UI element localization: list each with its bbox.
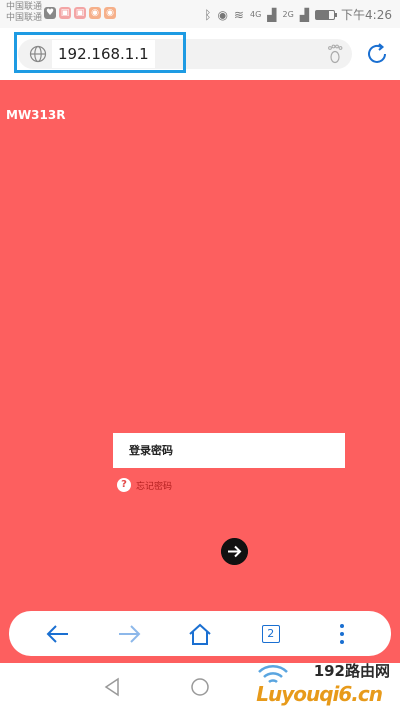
refresh-icon[interactable] bbox=[364, 41, 390, 67]
clock: 下午4:26 bbox=[341, 8, 392, 22]
question-icon: ? bbox=[117, 478, 131, 492]
model-name: MW313R bbox=[6, 108, 66, 122]
signal-4g-label: 4G bbox=[249, 10, 262, 19]
forgot-password-link[interactable]: ? 忘记密码 bbox=[117, 478, 172, 492]
tabs-button[interactable]: 2 bbox=[250, 618, 292, 650]
system-icons: ᛒ ◉ ≋ 4G ▟ 2G ▟ 下午4:26 bbox=[204, 6, 392, 23]
nav-back-icon[interactable] bbox=[100, 675, 124, 699]
watermark: 192路由网 Luyouqi6.cn bbox=[246, 660, 396, 710]
nav-home-icon[interactable] bbox=[188, 675, 212, 699]
weibo-icon: ◉ bbox=[104, 7, 116, 19]
more-vertical-icon bbox=[339, 623, 344, 644]
menu-button[interactable] bbox=[321, 618, 363, 650]
password-field[interactable] bbox=[113, 433, 345, 468]
forgot-password-label: 忘记密码 bbox=[136, 481, 173, 492]
browser-toolbar: 2 bbox=[9, 611, 391, 656]
login-submit-button[interactable] bbox=[221, 538, 248, 565]
back-button[interactable] bbox=[37, 618, 79, 650]
heart-icon: ♥ bbox=[44, 7, 56, 19]
signal-icon: ▟ bbox=[299, 7, 310, 22]
url-highlight-box bbox=[14, 32, 186, 73]
battery-level bbox=[316, 10, 329, 19]
home-button[interactable] bbox=[179, 618, 221, 650]
notification-icons: ♥ ▣ ▣ ◉ ◉ bbox=[44, 7, 116, 19]
watermark-line-2: Luyouqi6.cn bbox=[256, 682, 383, 706]
wifi-icon: ≋ bbox=[233, 7, 244, 22]
carrier-2: 中国联通 bbox=[6, 13, 43, 23]
carrier-1: 中国联通 bbox=[6, 2, 43, 12]
footprint-icon[interactable] bbox=[326, 44, 344, 64]
bluetooth-icon: ᛒ bbox=[204, 7, 212, 22]
home-icon bbox=[189, 623, 211, 645]
forward-button[interactable] bbox=[108, 618, 150, 650]
arrow-left-icon bbox=[46, 624, 69, 643]
eye-icon: ◉ bbox=[217, 7, 228, 22]
carrier-labels: 中国联通 中国联通 bbox=[6, 2, 42, 24]
watermark-line-1: 192路由网 bbox=[313, 662, 390, 680]
app-notification-icon: ▣ bbox=[74, 7, 86, 19]
tab-count: 2 bbox=[261, 624, 280, 643]
address-bar: 192.168.1.1 bbox=[0, 28, 400, 80]
signal-icon: ▟ bbox=[267, 7, 277, 22]
arrow-right-icon bbox=[119, 624, 141, 643]
battery-icon bbox=[315, 9, 338, 20]
status-bar: 中国联通 中国联通 ♥ ▣ ▣ ◉ ◉ ᛒ ◉ ≋ 4G ▟ 2G ▟ 下午4:… bbox=[0, 0, 400, 28]
router-login-page: MW313R ? 忘记密码 bbox=[0, 80, 400, 663]
weibo-icon: ◉ bbox=[89, 7, 101, 19]
signal-2g-label: 2G bbox=[282, 10, 294, 19]
app-notification-icon: ▣ bbox=[59, 7, 71, 19]
